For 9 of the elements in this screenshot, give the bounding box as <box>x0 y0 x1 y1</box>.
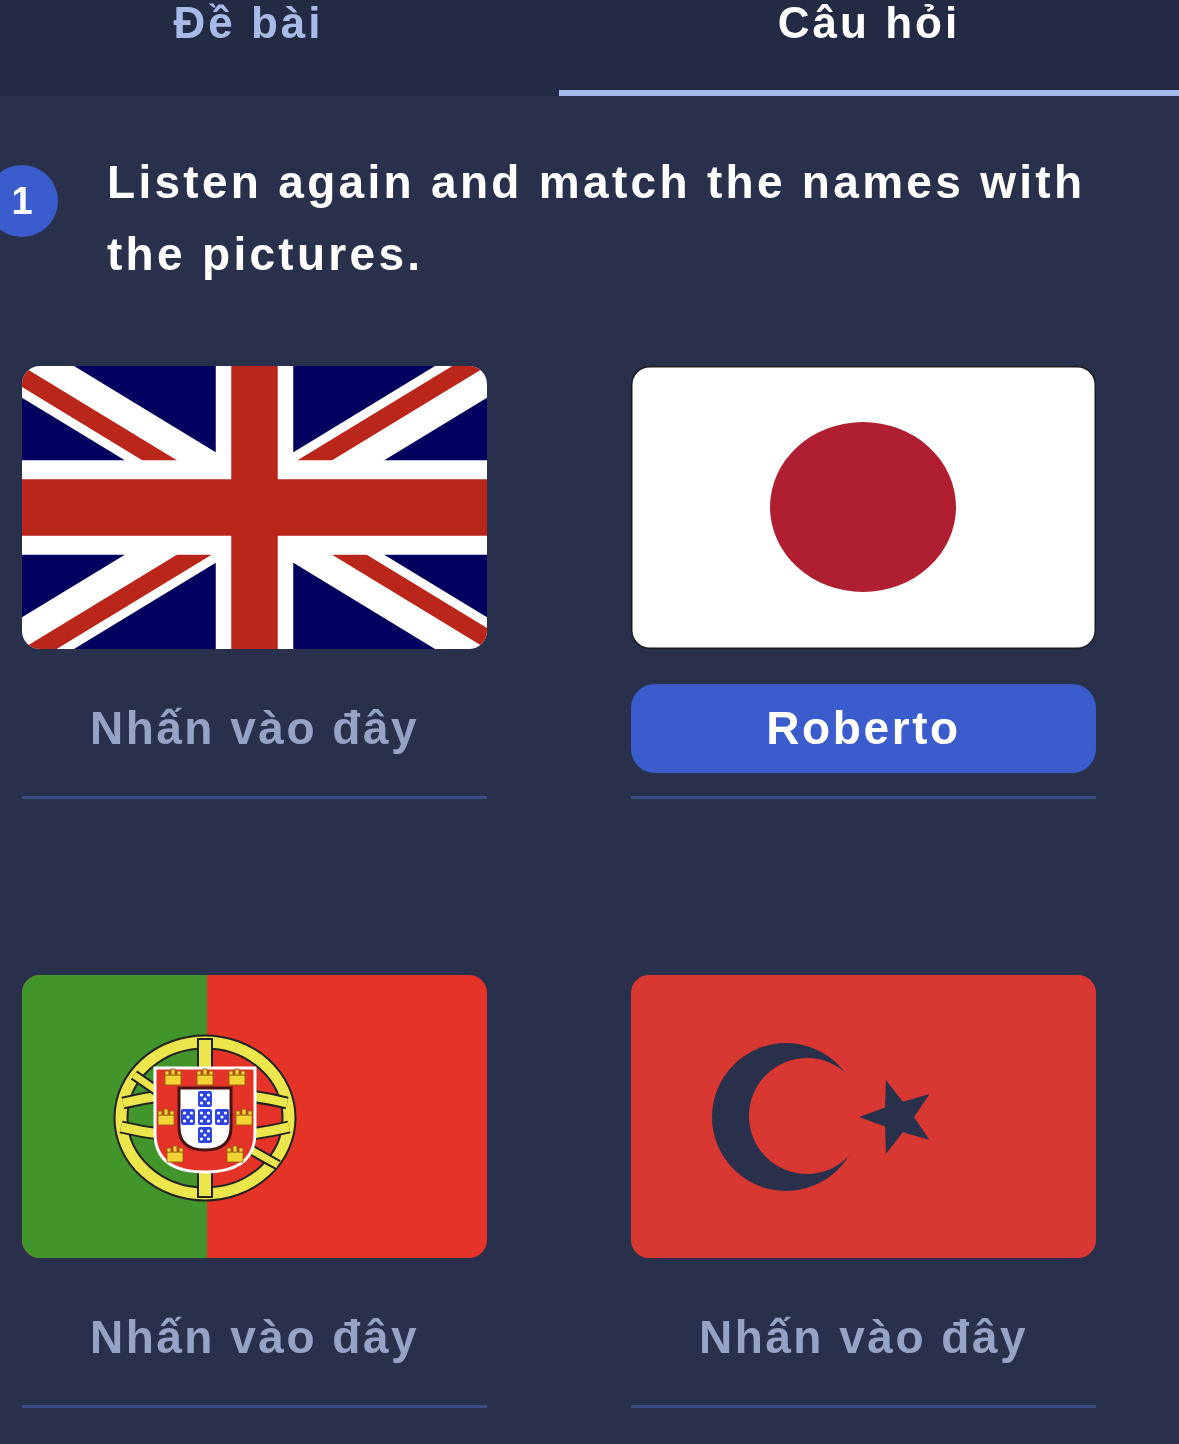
answer-field[interactable]: Nhấn vào đây <box>22 684 487 799</box>
question-number-badge: 1 <box>0 165 58 237</box>
question-text: Listen again and match the names with the pictures. <box>107 155 1087 282</box>
answer-field[interactable]: Roberto <box>631 684 1096 799</box>
answer-field[interactable]: Nhấn vào đây <box>631 1293 1096 1408</box>
tab[interactable]: Đề bài <box>0 0 559 96</box>
tab[interactable]: Câu hỏi <box>559 0 1179 96</box>
answer-field[interactable]: Nhấn vào đây <box>22 1293 487 1408</box>
answer-chip[interactable]: Roberto <box>631 684 1096 773</box>
